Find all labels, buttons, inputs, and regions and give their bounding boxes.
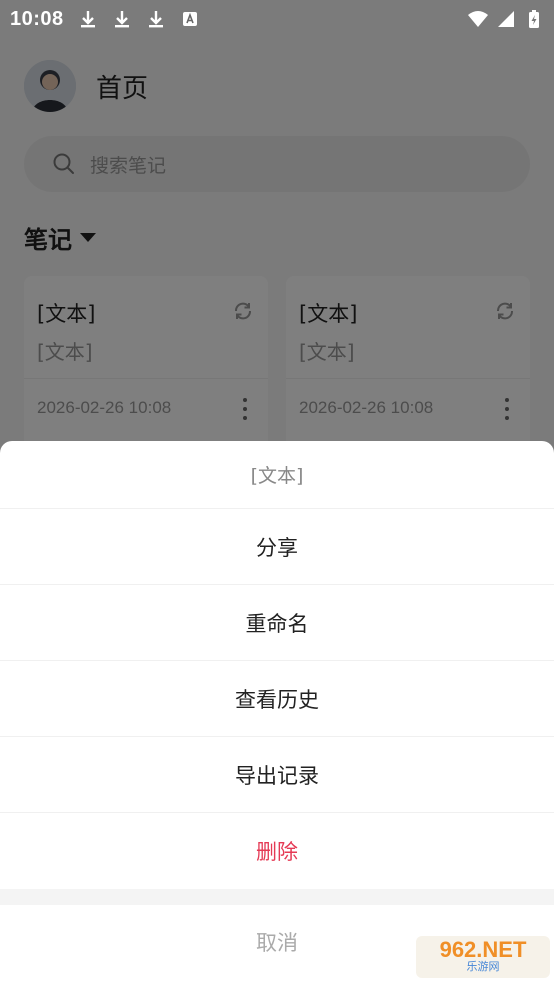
watermark-logo: 962.NET 乐游网: [416, 936, 550, 978]
watermark-sub: 乐游网: [466, 960, 500, 973]
rename-option[interactable]: 重命名: [0, 585, 554, 661]
download-icon: [148, 11, 163, 28]
share-option[interactable]: 分享: [0, 509, 554, 585]
action-sheet: [文本] 分享 重命名 查看历史 导出记录 删除 取消: [0, 441, 554, 984]
download-icon: [114, 11, 129, 28]
a-icon: [182, 12, 197, 26]
export-records-option[interactable]: 导出记录: [0, 737, 554, 813]
view-history-option[interactable]: 查看历史: [0, 661, 554, 737]
signal-icon: [498, 11, 514, 27]
watermark-main: 962.NET: [439, 937, 527, 962]
status-bar: 10:08: [0, 0, 554, 38]
download-icon: [80, 11, 95, 28]
status-time: 10:08: [10, 7, 64, 30]
wifi-icon: [468, 11, 488, 27]
sheet-title: [文本]: [0, 441, 554, 509]
delete-option[interactable]: 删除: [0, 813, 554, 889]
sheet-separator: [0, 889, 554, 905]
battery-charging-icon: [529, 10, 539, 28]
